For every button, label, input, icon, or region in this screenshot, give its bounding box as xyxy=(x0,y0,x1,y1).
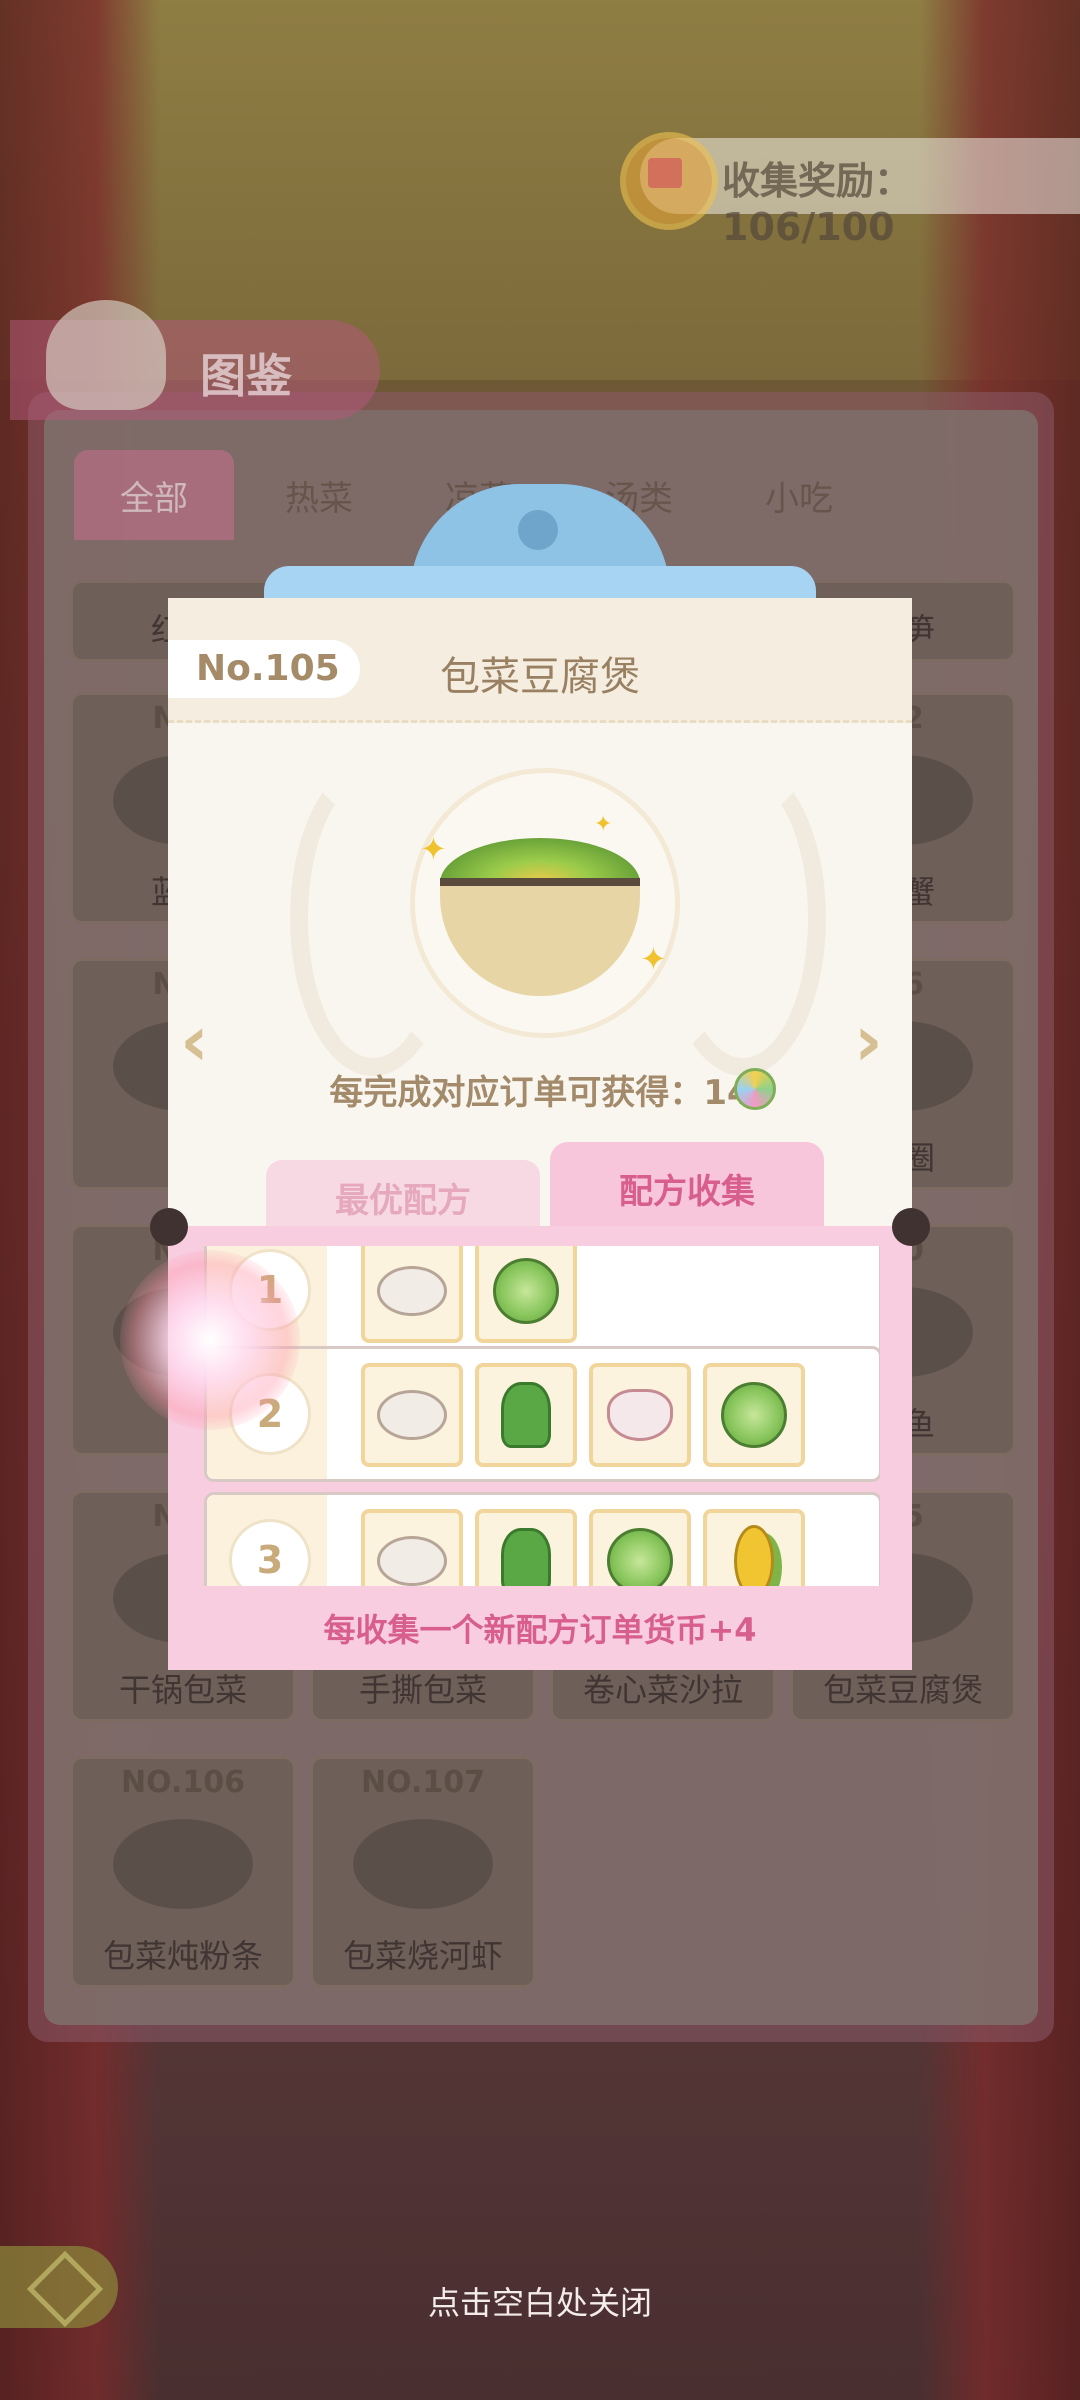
dex-card-name: 包菜豆腐煲 xyxy=(822,1671,983,1709)
dex-card[interactable]: NO.107 包菜烧河虾 xyxy=(310,1756,536,1988)
recipe-number-column: 3 xyxy=(207,1495,327,1586)
ingredient-slot xyxy=(475,1363,577,1467)
cabbage-icon xyxy=(493,1258,559,1324)
tofu-icon xyxy=(377,1390,447,1440)
ticket-notch-right xyxy=(892,1208,930,1246)
recipe-number: 3 xyxy=(229,1519,311,1586)
sparkle-icon: ✦ xyxy=(594,812,613,837)
bokchoy-icon xyxy=(501,1382,551,1448)
dish-title: 包菜豆腐煲 xyxy=(440,654,640,700)
dex-card[interactable]: NO.106 包菜炖粉条 xyxy=(70,1756,296,1988)
encyclopedia-title: 图鉴 xyxy=(200,349,292,403)
dex-card-number: NO.106 xyxy=(121,1765,245,1800)
ingredient-slot xyxy=(703,1363,805,1467)
tofu-icon xyxy=(377,1266,447,1316)
recipe-row[interactable]: 3 xyxy=(204,1492,880,1586)
dex-card-name: 手撕包菜 xyxy=(358,1671,487,1709)
ingredient-slot xyxy=(475,1509,577,1586)
dex-card-name: 干锅包菜 xyxy=(118,1671,247,1709)
ingredient-slot xyxy=(589,1363,691,1467)
tab-best-recipe[interactable]: 最优配方 xyxy=(266,1160,540,1234)
order-currency-icon xyxy=(734,1068,776,1110)
ingredient-slot xyxy=(361,1509,463,1586)
ticket-notch-left xyxy=(150,1208,188,1246)
cabbage-icon xyxy=(721,1382,787,1448)
gift-box-icon xyxy=(648,158,682,188)
recipe-row[interactable]: 1 xyxy=(204,1246,880,1358)
sparkle-icon: ✦ xyxy=(420,830,447,868)
tab-recipe-collection[interactable]: 配方收集 xyxy=(550,1142,824,1234)
recipe-row[interactable]: 2 xyxy=(204,1346,880,1482)
tab-hot-dishes[interactable]: 热菜 xyxy=(244,450,394,540)
recipe-list[interactable]: 1 2 3 xyxy=(200,1246,880,1586)
dex-card-name: 卷心菜沙拉 xyxy=(582,1671,743,1709)
rice-icon xyxy=(607,1389,673,1441)
bokchoy-icon xyxy=(501,1528,551,1586)
collection-bonus-text: 每收集一个新配方订单货币+4 xyxy=(323,1611,757,1649)
ingredient-slot xyxy=(475,1246,577,1343)
dex-card-name: 包菜炖粉条 xyxy=(102,1937,263,1975)
order-reward-text: 每完成对应订单可获得：14 xyxy=(329,1073,751,1113)
corn-icon xyxy=(734,1525,774,1586)
ingredient-slot xyxy=(361,1246,463,1343)
collection-reward-label: 收集奖励：106/100 xyxy=(722,159,913,249)
cabbage-icon xyxy=(607,1528,673,1586)
tab-all[interactable]: 全部 xyxy=(74,450,234,540)
clipboard-clip-hole xyxy=(518,510,558,550)
chef-hat-icon xyxy=(46,300,166,410)
dish-icon xyxy=(113,1819,253,1909)
tofu-icon xyxy=(377,1536,447,1586)
ingredient-slot xyxy=(361,1363,463,1467)
close-hint[interactable]: 点击空白处关闭 xyxy=(340,2278,740,2324)
sparkle-icon: ✦ xyxy=(640,940,667,978)
ingredient-slot xyxy=(703,1509,805,1586)
laurel-right-icon xyxy=(660,760,826,1076)
tab-snacks[interactable]: 小吃 xyxy=(724,450,874,540)
dex-card-name: 包菜烧河虾 xyxy=(342,1937,503,1975)
sparkle-glow-effect xyxy=(120,1250,300,1430)
dish-number: No.105 xyxy=(196,648,340,689)
dex-card-number: NO.107 xyxy=(361,1765,485,1800)
ingredient-slot xyxy=(589,1509,691,1586)
dish-icon xyxy=(353,1819,493,1909)
